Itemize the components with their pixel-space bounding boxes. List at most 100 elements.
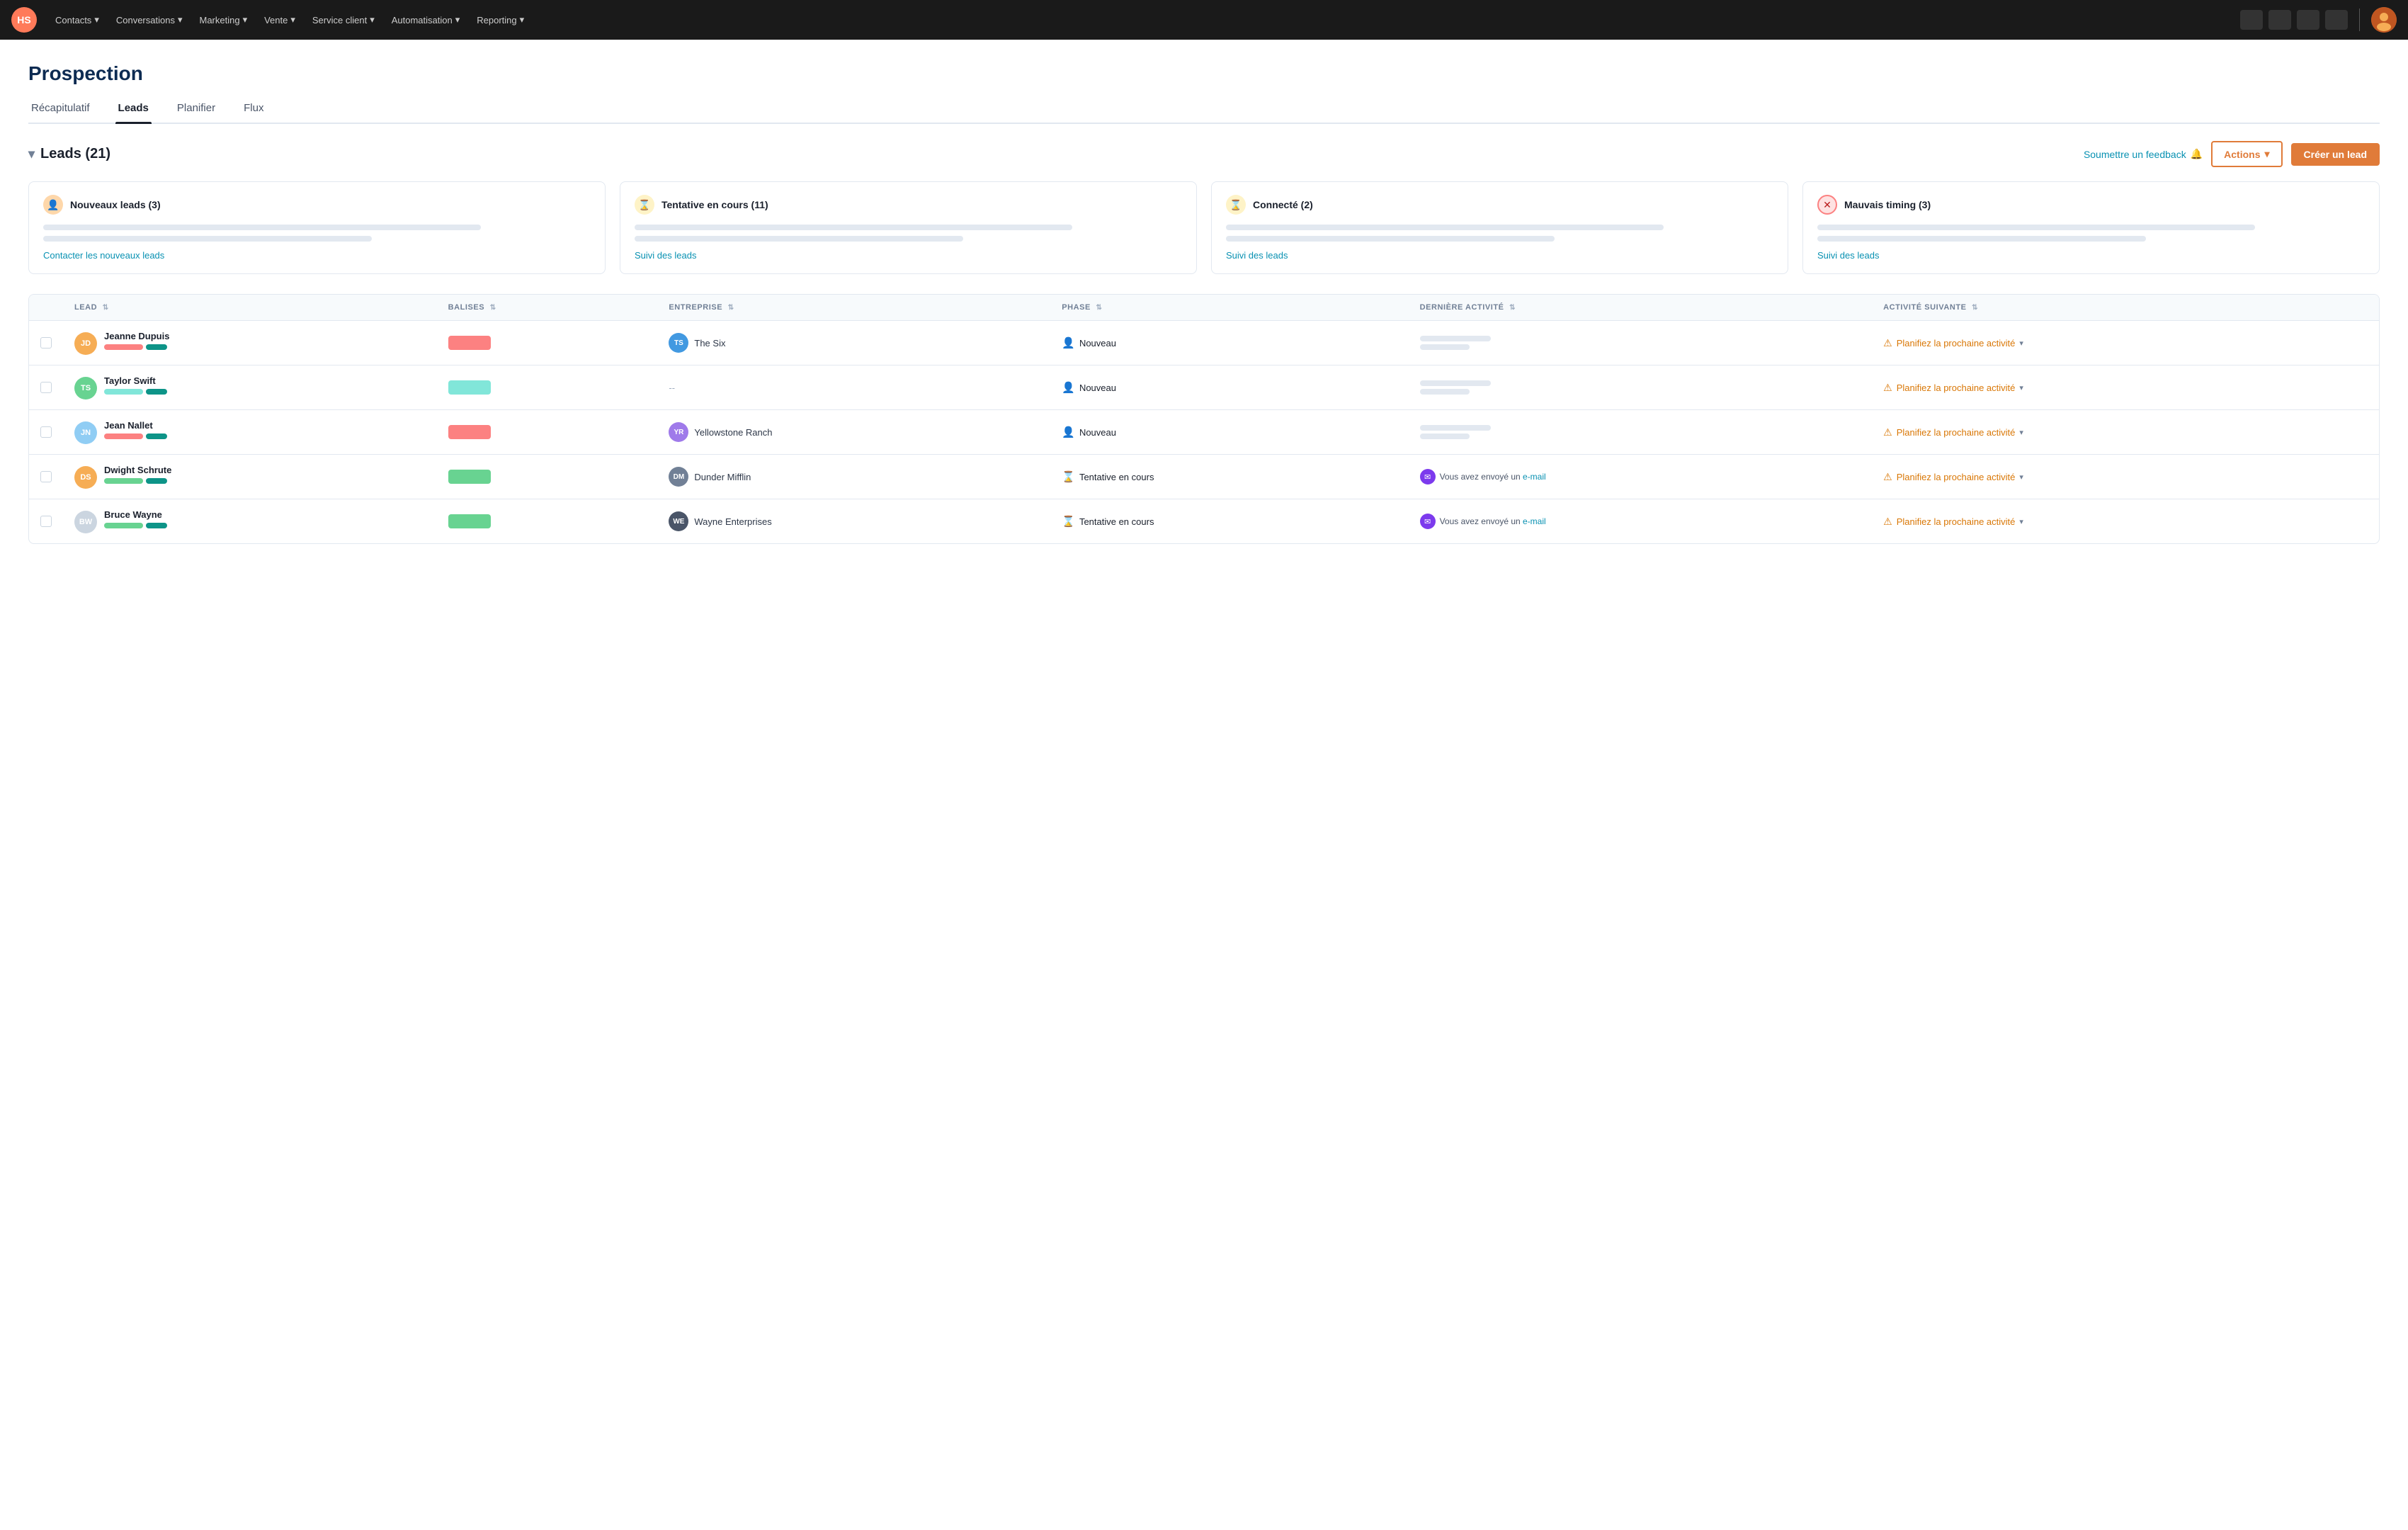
nav-icon-btn-4[interactable] bbox=[2325, 10, 2348, 30]
lead-cell: JN Jean Nallet bbox=[74, 420, 426, 444]
th-balises[interactable]: Balises ⇅ bbox=[437, 295, 658, 321]
hourglass-phase-icon: ⌛ bbox=[1062, 470, 1075, 483]
svg-text:HS: HS bbox=[17, 14, 30, 26]
lead-avatar: JN bbox=[74, 421, 97, 444]
next-activity-label[interactable]: Planifiez la prochaine activité bbox=[1897, 472, 2016, 482]
th-lead[interactable]: Lead ⇅ bbox=[63, 295, 437, 321]
phase-cell: 👤 Nouveau bbox=[1062, 381, 1397, 394]
lead-name[interactable]: Dwight Schrute bbox=[104, 465, 171, 475]
company-cell: DM Dunder Mifflin bbox=[669, 467, 1039, 487]
nav-icon-btn-1[interactable] bbox=[2240, 10, 2263, 30]
tabs-bar: Récapitulatif Leads Planifier Flux bbox=[28, 102, 2380, 124]
activity-bar-2 bbox=[1420, 344, 1470, 350]
lead-tags bbox=[104, 389, 167, 395]
last-activity-cell bbox=[1420, 380, 1861, 395]
user-avatar[interactable] bbox=[2371, 7, 2397, 33]
lead-cell: JD Jeanne Dupuis bbox=[74, 331, 426, 355]
company-name[interactable]: Wayne Enterprises bbox=[694, 516, 771, 527]
leads-header-actions: Soumettre un feedback 🔔 Actions ▾ Créer … bbox=[2084, 141, 2380, 167]
activity-text-label: Vous avez envoyé un e-mail bbox=[1440, 516, 1546, 526]
lead-avatar: DS bbox=[74, 466, 97, 489]
create-lead-button[interactable]: Créer un lead bbox=[2291, 143, 2380, 166]
last-activity-cell bbox=[1420, 336, 1861, 350]
row-checkbox[interactable] bbox=[40, 426, 52, 438]
actions-button[interactable]: Actions ▾ bbox=[2211, 141, 2282, 167]
chevron-down-icon[interactable]: ▾ bbox=[2019, 339, 2023, 348]
next-activity-label[interactable]: Planifiez la prochaine activité bbox=[1897, 338, 2016, 348]
sort-icon: ⇅ bbox=[1509, 304, 1516, 312]
company-name[interactable]: Yellowstone Ranch bbox=[694, 427, 772, 438]
chevron-down-icon[interactable]: ▾ bbox=[2019, 428, 2023, 437]
lead-name[interactable]: Jeanne Dupuis bbox=[104, 331, 169, 341]
tag-pill bbox=[104, 434, 143, 439]
tab-flux[interactable]: Flux bbox=[241, 102, 266, 123]
th-activite-suivante[interactable]: Activité Suivante ⇅ bbox=[1872, 295, 2379, 321]
table-row: TS Taylor Swift -- 👤 Nouveau ⚠ Planifiez… bbox=[29, 366, 2379, 410]
chevron-down-icon[interactable]: ▾ bbox=[2019, 472, 2023, 482]
feedback-button[interactable]: Soumettre un feedback 🔔 bbox=[2084, 148, 2203, 160]
last-activity-email: ✉ Vous avez envoyé un e-mail bbox=[1420, 514, 1861, 529]
lead-avatar: TS bbox=[74, 377, 97, 400]
nav-item-contacts[interactable]: Contacts ▾ bbox=[48, 10, 106, 30]
th-phase[interactable]: Phase ⇅ bbox=[1050, 295, 1408, 321]
row-checkbox[interactable] bbox=[40, 516, 52, 527]
card-tentative-title: Tentative en cours (11) bbox=[661, 199, 768, 210]
tab-recapitulatif[interactable]: Récapitulatif bbox=[28, 102, 93, 123]
phase-cell: 👤 Nouveau bbox=[1062, 336, 1397, 349]
nav-icon-btn-3[interactable] bbox=[2297, 10, 2319, 30]
table-row: BW Bruce Wayne WE Wayne Enterprises ⌛ Te… bbox=[29, 499, 2379, 544]
tab-leads[interactable]: Leads bbox=[115, 102, 152, 123]
card-connecte-title: Connecté (2) bbox=[1253, 199, 1313, 210]
tag-pill-teal bbox=[146, 523, 167, 528]
tab-planifier[interactable]: Planifier bbox=[174, 102, 218, 123]
company-avatar: YR bbox=[669, 422, 688, 442]
th-derniere-activite[interactable]: Dernière Activité ⇅ bbox=[1409, 295, 1873, 321]
email-link[interactable]: e-mail bbox=[1523, 516, 1546, 526]
chevron-down-icon[interactable]: ▾ bbox=[2019, 383, 2023, 392]
th-entreprise[interactable]: Entreprise ⇅ bbox=[657, 295, 1050, 321]
person-phase-icon: 👤 bbox=[1062, 381, 1075, 394]
nav-item-vente[interactable]: Vente ▾ bbox=[257, 10, 302, 30]
tag-pill-teal bbox=[146, 434, 167, 439]
person-phase-icon: 👤 bbox=[1062, 336, 1075, 349]
logo[interactable]: HS bbox=[11, 7, 37, 33]
row-checkbox[interactable] bbox=[40, 382, 52, 393]
chevron-down-icon: ▾ bbox=[2264, 148, 2269, 160]
company-name[interactable]: The Six bbox=[694, 338, 725, 348]
lead-cell: TS Taylor Swift bbox=[74, 375, 426, 400]
card-nouveaux-link[interactable]: Contacter les nouveaux leads bbox=[43, 250, 591, 261]
page-title: Prospection bbox=[28, 62, 2380, 85]
card-connecte-link[interactable]: Suivi des leads bbox=[1226, 250, 1773, 261]
card-tentative-link[interactable]: Suivi des leads bbox=[635, 250, 1182, 261]
chevron-down-icon[interactable]: ▾ bbox=[2019, 517, 2023, 526]
nav-item-automatisation[interactable]: Automatisation ▾ bbox=[385, 10, 467, 30]
nav-item-marketing[interactable]: Marketing ▾ bbox=[192, 10, 254, 30]
tag-pill bbox=[104, 478, 143, 484]
next-activity-label[interactable]: Planifiez la prochaine activité bbox=[1897, 516, 2016, 527]
email-link[interactable]: e-mail bbox=[1523, 472, 1546, 482]
activity-bar-2 bbox=[1420, 434, 1470, 439]
lead-avatar: BW bbox=[74, 511, 97, 533]
lead-name[interactable]: Taylor Swift bbox=[104, 375, 167, 386]
nav-item-reporting[interactable]: Reporting ▾ bbox=[470, 10, 531, 30]
company-avatar: TS bbox=[669, 333, 688, 353]
lead-name[interactable]: Jean Nallet bbox=[104, 420, 167, 431]
lead-info: Bruce Wayne bbox=[104, 509, 167, 528]
company-name[interactable]: Dunder Mifflin bbox=[694, 472, 751, 482]
last-activity-cell bbox=[1420, 425, 1861, 439]
card-mauvais-link[interactable]: Suivi des leads bbox=[1817, 250, 2365, 261]
next-activity-cell: ⚠ Planifiez la prochaine activité ▾ bbox=[1883, 471, 2368, 483]
lead-info: Jean Nallet bbox=[104, 420, 167, 439]
lead-name[interactable]: Bruce Wayne bbox=[104, 509, 167, 520]
warning-icon: ⚠ bbox=[1883, 382, 1892, 394]
row-checkbox[interactable] bbox=[40, 337, 52, 348]
next-activity-label[interactable]: Planifiez la prochaine activité bbox=[1897, 382, 2016, 393]
nav-item-service-client[interactable]: Service client ▾ bbox=[305, 10, 382, 30]
next-activity-cell: ⚠ Planifiez la prochaine activité ▾ bbox=[1883, 426, 2368, 438]
nav-icon-btn-2[interactable] bbox=[2268, 10, 2291, 30]
next-activity-label[interactable]: Planifiez la prochaine activité bbox=[1897, 427, 2016, 438]
row-checkbox[interactable] bbox=[40, 471, 52, 482]
nav-item-conversations[interactable]: Conversations ▾ bbox=[109, 10, 190, 30]
leads-header: ▾ Leads (21) Soumettre un feedback 🔔 Act… bbox=[28, 141, 2380, 167]
placeholder-line bbox=[1817, 225, 2255, 230]
